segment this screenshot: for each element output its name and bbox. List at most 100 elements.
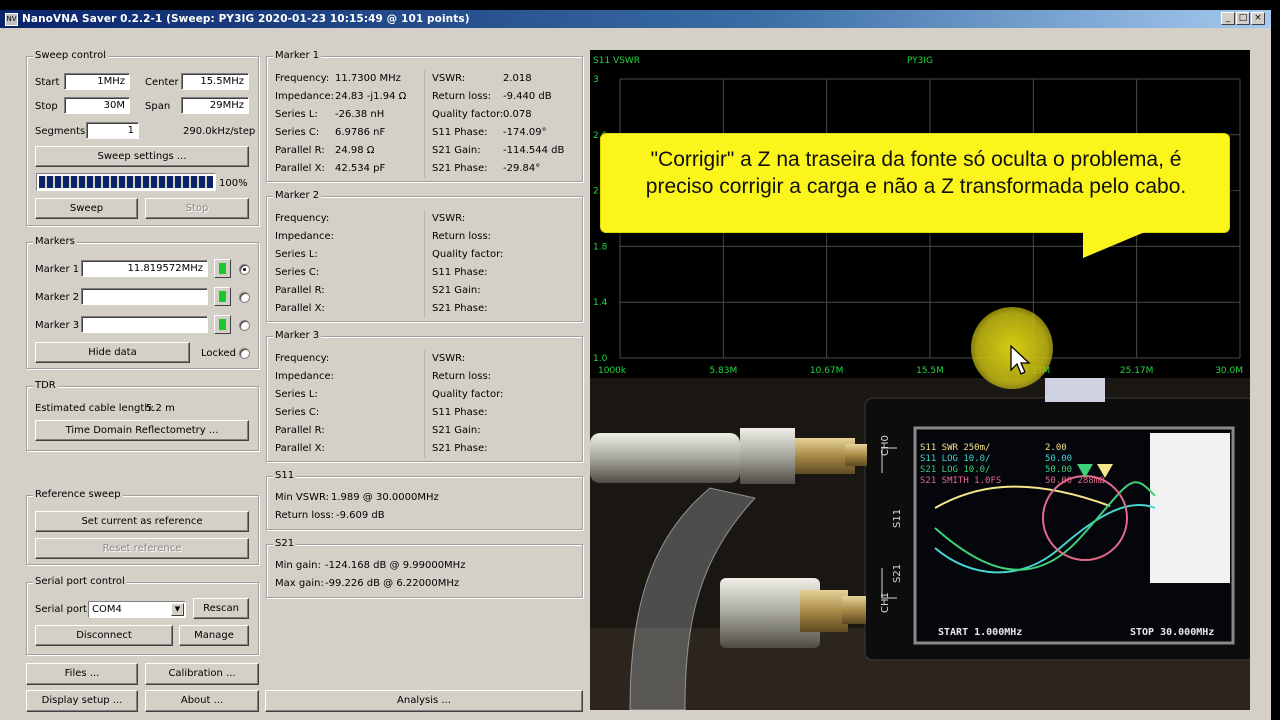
chevron-down-icon[interactable]: ▼: [171, 603, 184, 616]
progress-text: 100%: [219, 178, 248, 189]
marker-3-frequency-input[interactable]: [81, 316, 208, 333]
marker-2-radio[interactable]: [239, 292, 250, 303]
marker-1-field-value: 0.078: [503, 109, 532, 120]
set-reference-button[interactable]: Set current as reference: [35, 511, 249, 532]
minimize-button[interactable]: _: [1221, 12, 1235, 25]
analysis-button[interactable]: Analysis ...: [265, 690, 583, 712]
hide-data-button[interactable]: Hide data: [35, 342, 190, 363]
stop-sweep-button[interactable]: Stop: [145, 198, 249, 219]
marker-3-field-label: Return loss:: [432, 371, 492, 382]
tdr-button[interactable]: Time Domain Reflectometry ...: [35, 420, 249, 441]
chart-title: PY3IG: [907, 56, 933, 66]
s21-max-gain-label: Max gain:: [275, 578, 324, 589]
serial-port-select[interactable]: COM4 ▼: [88, 601, 186, 618]
marker-3-field-label: S11 Phase:: [432, 407, 488, 418]
marker-1-field-value: -26.38 nH: [335, 109, 385, 120]
marker-1-field-value: 2.018: [503, 73, 532, 84]
chart-y-tick-label: 1.8: [593, 242, 608, 252]
device-photo-drawing: S11 SWR 250m/ S11 LOG 10.0/ S21 LOG 10.0…: [590, 378, 1250, 710]
window-title: NanoVNA Saver 0.2.2-1 (Sweep: PY3IG 2020…: [22, 13, 470, 25]
marker-3-color-button[interactable]: [214, 315, 231, 334]
marker-2-field-label: Impedance:: [275, 231, 335, 242]
display-setup-button[interactable]: Display setup ...: [26, 690, 138, 712]
s11-min-vswr-label: Min VSWR:: [275, 492, 330, 503]
marker-3-field-label: Series C:: [275, 407, 320, 418]
marker-1-field-value: -9.440 dB: [503, 91, 552, 102]
marker-1-field-label: Series L:: [275, 109, 318, 120]
marker-1-radio[interactable]: [239, 264, 250, 275]
marker-3-radio[interactable]: [239, 320, 250, 331]
reset-reference-button[interactable]: Reset reference: [35, 538, 249, 559]
tdr-group: TDR: [26, 380, 259, 451]
marker-3-field-label: Parallel X:: [275, 443, 325, 454]
s11-port-label: S11: [892, 509, 903, 528]
caption-bubble: "Corrigir" a Z na traseira da fonte só o…: [600, 133, 1230, 233]
marker-1-field-value: 24.83 -j1.94 Ω: [335, 91, 407, 102]
marker-1-color-swatch: [219, 263, 226, 274]
maximize-button[interactable]: □: [1236, 12, 1250, 25]
center-input[interactable]: 15.5MHz: [181, 73, 249, 90]
s11-return-loss-value: -9.609 dB: [336, 510, 385, 521]
about-button[interactable]: About ...: [145, 690, 259, 712]
marker-2-panel-title: Marker 2: [273, 190, 322, 201]
marker-2-frequency-input[interactable]: [81, 288, 208, 305]
nanovna-device-photo: S11 SWR 250m/ S11 LOG 10.0/ S21 LOG 10.0…: [590, 378, 1250, 710]
marker-2-field-label: Series C:: [275, 267, 320, 278]
tdr-title: TDR: [33, 380, 58, 391]
sweep-settings-button[interactable]: Sweep settings ...: [35, 146, 249, 167]
stop-input[interactable]: 30M: [64, 97, 130, 114]
marker-2-color-swatch: [219, 291, 226, 302]
marker-1-field-label: Quality factor:: [432, 109, 504, 120]
cable-length-label: Estimated cable length:: [35, 403, 155, 414]
device-legend-4: S21 SMITH 1.0FS: [920, 476, 1001, 486]
marker-1-color-button[interactable]: [214, 259, 231, 278]
device-legend-val-3: 50.00: [1045, 465, 1072, 475]
title-bar[interactable]: NV NanoVNA Saver 0.2.2-1 (Sweep: PY3IG 2…: [0, 10, 1271, 28]
step-text: 290.0kHz/step: [183, 126, 256, 137]
reference-sweep-title: Reference sweep: [33, 489, 123, 500]
disconnect-button[interactable]: Disconnect: [35, 625, 173, 646]
marker-1-field-value: -114.544 dB: [503, 145, 565, 156]
chart-x-tick-label: 1000k: [598, 366, 627, 376]
sweep-control-title: Sweep control: [33, 50, 109, 61]
chart-y-tick-label: 1.4: [593, 298, 608, 308]
marker-2-field-label: Parallel R:: [275, 285, 325, 296]
s11-group: S11: [266, 470, 583, 530]
marker-3-field-label: Frequency:: [275, 353, 330, 364]
marker-2-color-button[interactable]: [214, 287, 231, 306]
marker-2-label: Marker 2: [35, 292, 80, 303]
device-legend-2: S11 LOG 10.0/: [920, 454, 990, 464]
marker-1-field-label: Parallel R:: [275, 145, 325, 156]
device-legend-1: S11 SWR 250m/: [920, 443, 990, 453]
s21-group: S21: [266, 538, 583, 598]
chart-y-tick-label: 3: [593, 75, 599, 85]
marker-3-panel-divider: [424, 350, 425, 458]
sweep-button[interactable]: Sweep: [35, 198, 138, 219]
s21-title: S21: [273, 538, 297, 549]
caption-bubble-tail: [1083, 232, 1145, 258]
markers-title: Markers: [33, 236, 77, 247]
start-input[interactable]: 1MHz: [64, 73, 130, 90]
marker-1-field-label: Frequency:: [275, 73, 330, 84]
segments-input[interactable]: 1: [86, 122, 139, 139]
rescan-button[interactable]: Rescan: [193, 598, 249, 619]
device-legend-val-2: 50.00: [1045, 454, 1072, 464]
device-legend-val-4: 50.00 288mΩ: [1045, 476, 1105, 486]
marker-3-field-label: Impedance:: [275, 371, 335, 382]
marker-2-field-label: S11 Phase:: [432, 267, 488, 278]
stop-label: Stop: [35, 101, 58, 112]
locked-checkbox[interactable]: [239, 348, 250, 359]
files-button[interactable]: Files ...: [26, 663, 138, 685]
center-label: Center: [145, 77, 179, 88]
close-button[interactable]: ×: [1251, 12, 1265, 25]
marker-1-panel-title: Marker 1: [273, 50, 322, 61]
calibration-button[interactable]: Calibration ...: [145, 663, 259, 685]
manage-button[interactable]: Manage: [179, 625, 249, 646]
marker-1-frequency-input[interactable]: 11.819572MHz: [81, 260, 208, 277]
span-input[interactable]: 29MHz: [181, 97, 249, 114]
s11-min-vswr-value: 1.989 @ 30.0000MHz: [331, 492, 439, 503]
marker-1-field-label: Parallel X:: [275, 163, 325, 174]
top-strip: [0, 0, 1280, 10]
nanovna-app-icon[interactable]: NV: [5, 12, 18, 26]
segments-label: Segments: [35, 126, 86, 137]
